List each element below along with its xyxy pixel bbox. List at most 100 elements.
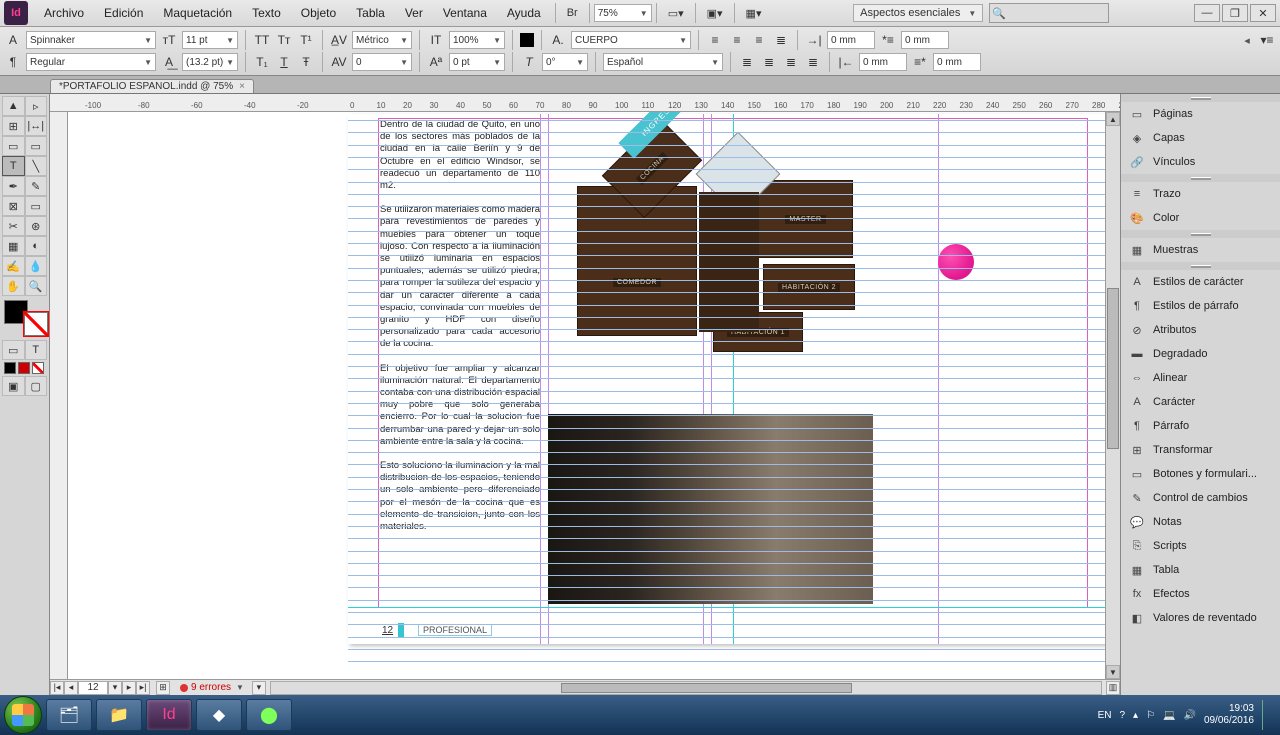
pencil-tool[interactable]: ✎ xyxy=(25,176,48,196)
indent-right-input[interactable]: 0 mm xyxy=(859,53,907,71)
page-tool[interactable]: ⊞ xyxy=(2,116,25,136)
close-button[interactable]: ✕ xyxy=(1250,4,1276,22)
line-tool[interactable]: ╲ xyxy=(25,156,48,176)
minimize-button[interactable]: — xyxy=(1194,4,1220,22)
note-tool[interactable]: ✍ xyxy=(2,256,25,276)
underline-icon[interactable]: T xyxy=(275,53,293,71)
floorplan-image[interactable]: SALA COMEDOR COCINA MASTER HABITACIÓN 2 … xyxy=(553,114,873,384)
smallcaps-icon[interactable]: Tᴛ xyxy=(275,31,293,49)
justify-left-icon[interactable]: ≣ xyxy=(738,53,756,71)
content-placer-tool[interactable]: ▭ xyxy=(25,136,48,156)
justify-full-icon[interactable]: ≣ xyxy=(804,53,822,71)
menu-ventana[interactable]: Ventana xyxy=(433,2,497,24)
taskbar-explorer[interactable]: 📁 xyxy=(96,699,142,731)
horizontal-scrollbar[interactable] xyxy=(270,681,1102,695)
canvas[interactable]: -100-80-60-40-20010203040506070809010011… xyxy=(50,94,1120,695)
show-desktop-button[interactable] xyxy=(1262,700,1270,730)
eyedropper-tool[interactable]: 💧 xyxy=(25,256,48,276)
allcaps-icon[interactable]: TT xyxy=(253,31,271,49)
language-select[interactable]: Español▼ xyxy=(603,53,723,71)
panel-scripts[interactable]: ⎘Scripts xyxy=(1121,534,1280,558)
panel-alinear[interactable]: ⇔Alinear xyxy=(1121,366,1280,390)
align-left-icon[interactable]: ≡ xyxy=(706,31,724,49)
align-center-icon[interactable]: ≡ xyxy=(728,31,746,49)
tray-clock[interactable]: 19:0309/06/2016 xyxy=(1204,703,1254,727)
leading-input[interactable]: (13.2 pt)▼ xyxy=(182,53,238,71)
taskbar-indesign[interactable]: Id xyxy=(146,699,192,731)
scroll-thumb[interactable] xyxy=(1107,288,1119,450)
align-right-icon[interactable]: ≡ xyxy=(750,31,768,49)
indent-first-input[interactable]: 0 mm xyxy=(901,31,949,49)
first-page-button[interactable]: |◂ xyxy=(50,681,64,695)
rectangle-tool[interactable]: ▭ xyxy=(25,196,48,216)
scroll-down-button[interactable]: ▼ xyxy=(1106,665,1120,679)
panel-estilos-de-p-rrafo[interactable]: ¶Estilos de párrafo xyxy=(1121,294,1280,318)
fill-stroke-swatch[interactable] xyxy=(4,300,48,336)
vscale-input[interactable]: 100%▼ xyxy=(449,31,505,49)
page-dropdown[interactable]: ▾ xyxy=(108,681,122,695)
char-format-icon[interactable]: A xyxy=(4,31,22,49)
menu-objeto[interactable]: Objeto xyxy=(291,2,346,24)
justify-center-icon[interactable]: ≣ xyxy=(760,53,778,71)
menu-edicion[interactable]: Edición xyxy=(94,2,153,24)
taskbar-libraries[interactable]: 🗂 xyxy=(46,699,92,731)
dock-grip[interactable] xyxy=(1121,230,1280,238)
fill-icon[interactable] xyxy=(520,33,534,47)
view-mode-normal[interactable]: ▣ xyxy=(2,376,25,396)
gradient-feather-tool[interactable]: ◐ xyxy=(25,236,48,256)
bridge-icon[interactable]: Br xyxy=(560,4,585,22)
panel-car-cter[interactable]: ACarácter xyxy=(1121,390,1280,414)
view-mode-preview[interactable]: ▢ xyxy=(25,376,48,396)
menu-maquetacion[interactable]: Maquetación xyxy=(153,2,242,24)
kerning-select[interactable]: Métrico▼ xyxy=(352,31,412,49)
font-weight-select[interactable]: Regular▼ xyxy=(26,53,156,71)
preflight-status[interactable]: 9 errores▼ xyxy=(180,682,244,693)
scissors-tool[interactable]: ✂ xyxy=(2,216,25,236)
taskbar-app-4[interactable]: ◆ xyxy=(196,699,242,731)
body-text-frame[interactable]: Dentro de la ciudad de Quito, en uno de … xyxy=(380,119,540,545)
tracking-input[interactable]: 0▼ xyxy=(352,53,412,71)
panel-v-nculos[interactable]: 🔗Vínculos xyxy=(1121,150,1280,174)
menu-ayuda[interactable]: Ayuda xyxy=(497,2,551,24)
dock-grip[interactable] xyxy=(1121,262,1280,270)
page-area[interactable]: Dentro de la ciudad de Quito, en uno de … xyxy=(68,112,1105,679)
maximize-button[interactable]: ❐ xyxy=(1222,4,1248,22)
space-after-input[interactable]: 0 mm xyxy=(933,53,981,71)
gradient-swatch-tool[interactable]: ▦ xyxy=(2,236,25,256)
panel-atributos[interactable]: ⊘Atributos xyxy=(1121,318,1280,342)
menu-ver[interactable]: Ver xyxy=(395,2,433,24)
tray-volume-icon[interactable]: 🔊 xyxy=(1183,710,1195,721)
next-page-button[interactable]: ▸ xyxy=(122,681,136,695)
zoom-tool[interactable]: 🔍 xyxy=(25,276,48,296)
panel-collapse-icon[interactable]: ◂ xyxy=(1240,34,1254,47)
subscript-icon[interactable]: T₁ xyxy=(253,53,271,71)
gap-tool[interactable]: |↔| xyxy=(25,116,48,136)
selection-tool[interactable]: ▲ xyxy=(2,96,25,116)
strike-icon[interactable]: Ŧ xyxy=(297,53,315,71)
apply-color-swatches[interactable] xyxy=(4,362,45,374)
direct-selection-tool[interactable]: ▹ xyxy=(25,96,48,116)
page-input[interactable]: 12 xyxy=(78,681,108,695)
baseline-input[interactable]: 0 pt▼ xyxy=(449,53,505,71)
panel-valores-de-reventado[interactable]: ◧Valores de reventado xyxy=(1121,606,1280,630)
panel-degradado[interactable]: ▬Degradado xyxy=(1121,342,1280,366)
hscroll-thumb[interactable] xyxy=(561,683,852,693)
view-options-icon[interactable]: ▭▾ xyxy=(661,4,691,23)
panel-trazo[interactable]: ≡Trazo xyxy=(1121,182,1280,206)
panel-p-ginas[interactable]: ▭Páginas xyxy=(1121,102,1280,126)
panel-control-de-cambios[interactable]: ✎Control de cambios xyxy=(1121,486,1280,510)
menu-tabla[interactable]: Tabla xyxy=(346,2,395,24)
start-button[interactable] xyxy=(4,696,42,734)
content-collector-tool[interactable]: ▭ xyxy=(2,136,25,156)
menu-texto[interactable]: Texto xyxy=(242,2,291,24)
arrange-icon[interactable]: ▦▾ xyxy=(739,4,769,23)
tray-help-icon[interactable]: ? xyxy=(1119,710,1125,721)
panel-efectos[interactable]: fxEfectos xyxy=(1121,582,1280,606)
panel-notas[interactable]: 💬Notas xyxy=(1121,510,1280,534)
panel-color[interactable]: 🎨Color xyxy=(1121,206,1280,230)
last-page-button[interactable]: ▸| xyxy=(136,681,150,695)
type-tool[interactable]: T xyxy=(2,156,25,176)
close-tab-icon[interactable]: × xyxy=(239,81,245,92)
panel-p-rrafo[interactable]: ¶Párrafo xyxy=(1121,414,1280,438)
align-justify-icon[interactable]: ≣ xyxy=(772,31,790,49)
